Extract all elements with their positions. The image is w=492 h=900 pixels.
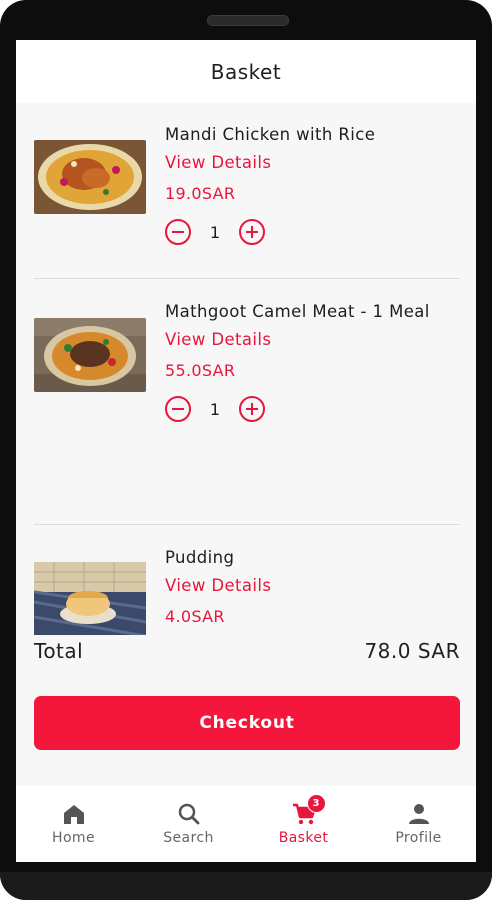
food-image-mandi-chicken [34, 140, 146, 214]
nav-label-basket: Basket [278, 830, 329, 846]
view-details-link[interactable]: View Details [165, 326, 455, 354]
nav-item-basket[interactable]: 3 Basket [246, 786, 361, 862]
item-divider [34, 524, 460, 525]
search-icon [176, 802, 202, 826]
nav-item-search[interactable]: Search [131, 786, 246, 862]
phone-bottom-bezel [0, 872, 492, 900]
item-divider [34, 278, 460, 279]
item-name: Mathgoot Camel Meat - 1 Meal [165, 302, 430, 321]
food-image-camel-meat [34, 318, 146, 392]
decrease-quantity-button[interactable] [165, 219, 191, 245]
item-price: 4.0SAR [165, 607, 225, 626]
total-value: 78.0 SAR [364, 639, 460, 663]
item-name: Mandi Chicken with Rice [165, 125, 376, 144]
quantity-stepper: 1 [165, 217, 455, 247]
person-icon [406, 802, 432, 826]
home-icon [61, 802, 87, 826]
cart-badge: 3 [306, 794, 326, 813]
app-bar: Basket [16, 40, 476, 103]
item-info: Mandi Chicken with Rice View Details 19.… [165, 121, 455, 247]
item-price: 55.0SAR [165, 361, 236, 380]
increase-quantity-button[interactable] [239, 219, 265, 245]
item-info: Mathgoot Camel Meat - 1 Meal View Detail… [165, 298, 455, 424]
food-image-pudding [34, 562, 146, 636]
checkout-button[interactable]: Checkout [34, 696, 460, 750]
item-price: 19.0SAR [165, 184, 236, 203]
quantity-stepper: 1 [165, 394, 455, 424]
total-label: Total [34, 639, 84, 663]
nav-label-search: Search [163, 830, 214, 846]
bottom-nav: Home Search 3 Basket Profile [16, 786, 476, 862]
plus-icon [251, 226, 253, 238]
increase-quantity-button[interactable] [239, 396, 265, 422]
phone-speaker [207, 15, 289, 26]
basket-list[interactable]: Mandi Chicken with Rice View Details 19.… [16, 103, 476, 656]
minus-icon [172, 408, 184, 410]
quantity-value: 1 [209, 399, 221, 419]
phone-frame: Basket Mandi Chicken with Rice View Deta… [0, 0, 492, 900]
nav-label-profile: Profile [395, 830, 442, 846]
quantity-value: 1 [209, 222, 221, 242]
nav-item-profile[interactable]: Profile [361, 786, 476, 862]
page-title: Basket [210, 59, 282, 84]
item-name: Pudding [165, 548, 235, 567]
checkout-label: Checkout [199, 713, 295, 733]
cart-icon: 3 [291, 794, 326, 826]
nav-label-home: Home [52, 830, 95, 846]
view-details-link[interactable]: View Details [165, 149, 455, 177]
view-details-link[interactable]: View Details [165, 572, 455, 600]
total-row: Total 78.0 SAR [34, 635, 460, 667]
decrease-quantity-button[interactable] [165, 396, 191, 422]
minus-icon [172, 231, 184, 233]
app-screen: Basket Mandi Chicken with Rice View Deta… [16, 40, 476, 862]
plus-icon [251, 403, 253, 415]
nav-item-home[interactable]: Home [16, 786, 131, 862]
